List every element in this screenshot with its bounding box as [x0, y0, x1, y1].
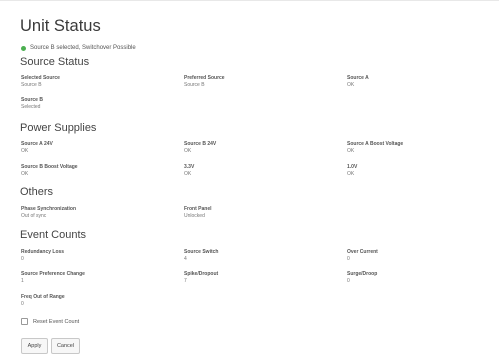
- field-spike-dropout: Spike/Dropout 7: [184, 271, 218, 285]
- field-label: Source A 24V: [21, 141, 53, 147]
- field-selected-source: Selected Source Source B: [21, 75, 60, 89]
- field-label: Over Current: [347, 249, 378, 255]
- status-text: Source B selected, Switchover Possible: [30, 45, 136, 51]
- field-source-b-24v: Source B 24V OK: [184, 141, 216, 155]
- field-preferred-source: Preferred Source Source B: [184, 75, 225, 89]
- field-value: OK: [184, 148, 192, 154]
- field-value: OK: [347, 148, 355, 154]
- field-label: Freq Out of Range: [21, 294, 65, 300]
- field-value: Source B: [21, 82, 42, 88]
- field-source-b: Source B Selected: [21, 97, 43, 111]
- field-value: OK: [21, 171, 29, 177]
- field-value: OK: [347, 82, 355, 88]
- field-source-switch: Source Switch 4: [184, 249, 218, 263]
- status-message: Source B selected, Switchover Possible: [21, 45, 136, 51]
- field-freq-out-of-range: Freq Out of Range 0: [21, 294, 65, 308]
- field-source-preference-change: Source Preference Change 1: [21, 271, 85, 285]
- field-value: 4: [184, 256, 187, 262]
- checkbox-label: Reset Event Count: [33, 318, 80, 325]
- field-value: Selected: [21, 104, 41, 110]
- field-label: 1.0V: [347, 164, 358, 170]
- field-value: 7: [184, 278, 187, 284]
- field-value: 0: [21, 256, 24, 262]
- field-value: OK: [347, 171, 355, 177]
- field-value: 1: [21, 278, 24, 284]
- field-label: Spike/Dropout: [184, 271, 219, 277]
- section-title-event-counts: Event Counts: [20, 229, 87, 241]
- field-value: Source B: [184, 82, 205, 88]
- field-value: 0: [347, 256, 350, 262]
- field-label: Redundancy Loss: [21, 249, 65, 255]
- field-label: Source Switch: [184, 249, 219, 255]
- field-label: Selected Source: [21, 75, 60, 81]
- field-over-current: Over Current 0: [347, 249, 378, 263]
- field-value: OK: [184, 171, 192, 177]
- cancel-button[interactable]: Cancel: [51, 338, 80, 354]
- section-title-others: Others: [20, 186, 54, 198]
- field-front-panel: Front Panel Unlocked: [184, 206, 212, 220]
- field-surge-droop: Surge/Droop 0: [347, 271, 377, 285]
- field-label: Source B Boost Voltage: [21, 164, 78, 170]
- field-value: 0: [347, 278, 350, 284]
- unit-status-page: Unit Status Source B selected, Switchove…: [0, 0, 499, 356]
- checkbox-box[interactable]: [21, 318, 28, 325]
- field-source-a-boost-voltage: Source A Boost Voltage OK: [347, 141, 403, 155]
- field-1-0v: 1.0V OK: [347, 164, 357, 178]
- field-label: Source A: [347, 75, 369, 81]
- field-label: Source A Boost Voltage: [347, 141, 404, 147]
- field-value: OK: [21, 148, 29, 154]
- field-label: Source B 24V: [184, 141, 217, 147]
- field-label: Front Panel: [184, 206, 212, 212]
- field-label: Preferred Source: [184, 75, 225, 81]
- page-title: Unit Status: [20, 17, 101, 35]
- field-source-a-24v: Source A 24V OK: [21, 141, 53, 155]
- field-source-b-boost-voltage: Source B Boost Voltage OK: [21, 164, 78, 178]
- field-value: Unlocked: [184, 213, 205, 219]
- field-label: Source Preference Change: [21, 271, 85, 277]
- field-label: 3.3V: [184, 164, 195, 170]
- apply-button[interactable]: Apply: [21, 338, 48, 354]
- section-title-power-supplies: Power Supplies: [20, 122, 97, 134]
- field-label: Surge/Droop: [347, 271, 378, 277]
- status-ok-icon: [21, 45, 26, 51]
- reset-event-count-checkbox[interactable]: Reset Event Count: [21, 318, 79, 325]
- field-label: Source B: [21, 97, 43, 103]
- field-label: Phase Synchronization: [21, 206, 77, 212]
- field-value: Out of sync: [21, 213, 47, 219]
- field-redundancy-loss: Redundancy Loss 0: [21, 249, 64, 263]
- top-divider: [0, 0, 499, 1]
- field-phase-synchronization: Phase Synchronization Out of sync: [21, 206, 76, 220]
- section-title-source-status: Source Status: [20, 56, 90, 68]
- field-value: 0: [21, 301, 24, 307]
- field-source-a: Source A OK: [347, 75, 369, 89]
- field-3-3v: 3.3V OK: [184, 164, 194, 178]
